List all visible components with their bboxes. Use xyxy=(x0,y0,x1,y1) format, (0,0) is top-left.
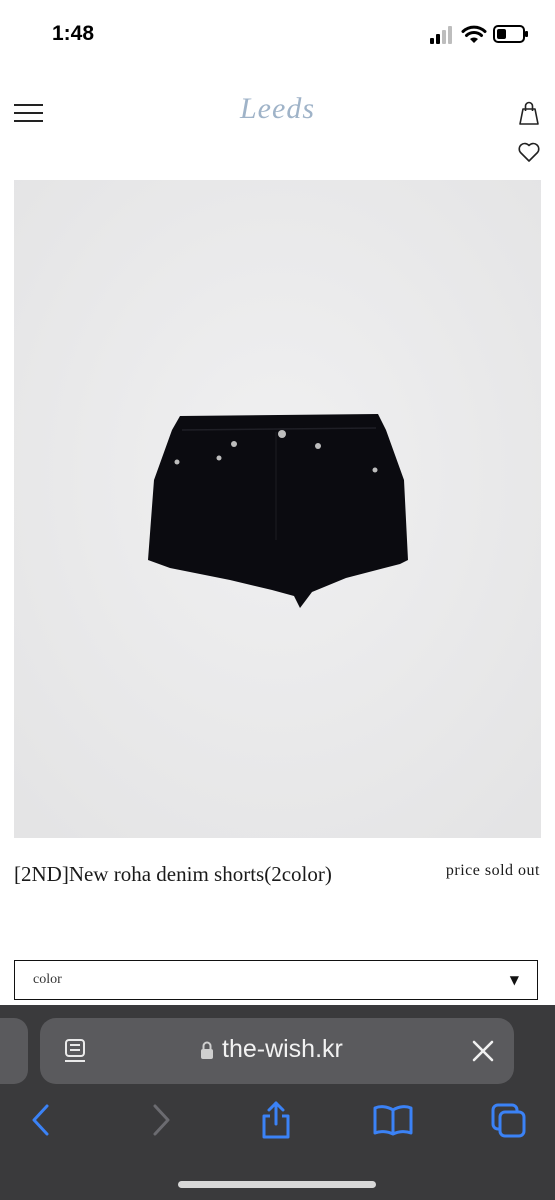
previous-tab-preview[interactable] xyxy=(0,1018,28,1084)
close-icon[interactable] xyxy=(469,1037,497,1065)
battery-icon xyxy=(493,25,528,43)
book-icon[interactable] xyxy=(372,1100,414,1140)
shopping-bag-icon[interactable] xyxy=(517,100,541,126)
product-price: price sold out xyxy=(445,862,540,879)
site-logo[interactable]: Leeds xyxy=(0,92,555,126)
heart-icon[interactable] xyxy=(517,140,541,164)
url-text[interactable]: the-wish.kr xyxy=(222,1035,343,1064)
product-title: [2ND]New roha denim shorts(2color) xyxy=(14,862,332,886)
product-image[interactable] xyxy=(14,180,541,838)
back-arrow-icon[interactable] xyxy=(28,1100,54,1140)
tabs-icon[interactable] xyxy=(490,1100,528,1140)
status-bar: 1:48 xyxy=(0,0,555,70)
dropdown-arrow-icon: ▼ xyxy=(509,973,519,987)
home-indicator xyxy=(178,1181,376,1188)
reader-icon[interactable] xyxy=(62,1037,90,1065)
color-select[interactable]: color ▼ xyxy=(14,960,538,1000)
share-icon[interactable] xyxy=(258,1100,294,1140)
forward-arrow-icon[interactable] xyxy=(148,1100,174,1140)
status-time: 1:48 xyxy=(52,22,95,45)
signal-icon xyxy=(430,26,452,44)
color-select-label: color xyxy=(33,972,62,987)
lock-icon xyxy=(201,1041,213,1059)
wifi-icon xyxy=(461,25,487,43)
